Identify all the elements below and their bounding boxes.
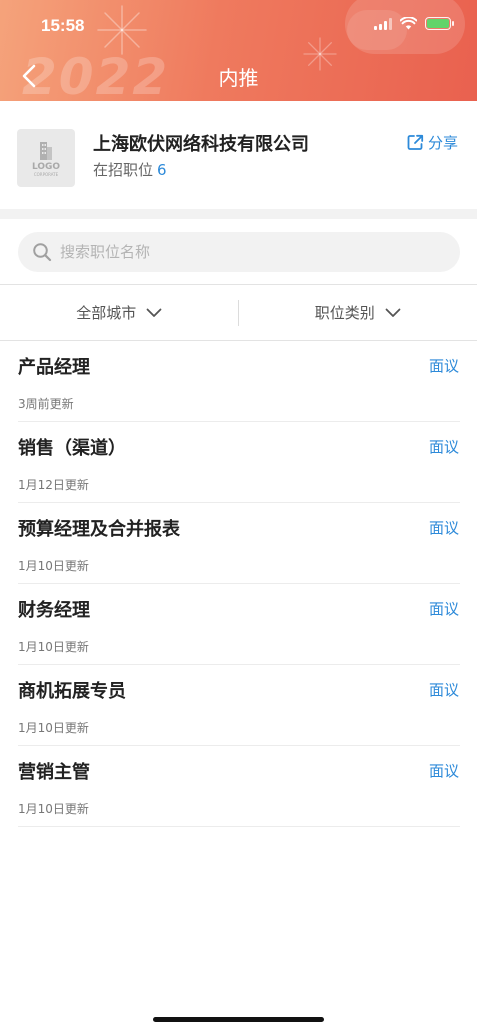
- job-updated: 1月10日更新: [18, 559, 89, 573]
- company-name: 上海欧伏网络科技有限公司: [93, 134, 309, 155]
- job-item[interactable]: 产品经理 面议 3周前更新: [18, 341, 460, 422]
- wifi-icon: [400, 17, 417, 30]
- job-title: 销售（渠道）: [18, 438, 126, 459]
- job-updated: 1月12日更新: [18, 478, 89, 492]
- openings-count: 6: [157, 161, 167, 179]
- job-salary: 面议: [428, 519, 459, 537]
- job-updated: 1月10日更新: [18, 721, 89, 735]
- firework-icon: [97, 5, 147, 55]
- search-input[interactable]: [60, 243, 420, 261]
- company-card: LOGO CORPORATE 上海欧伏网络科技有限公司 在招职位 6 分享: [0, 101, 477, 209]
- job-title: 财务经理: [18, 600, 90, 621]
- home-indicator: [153, 1017, 324, 1022]
- job-updated: 1月10日更新: [18, 802, 89, 816]
- chevron-down-icon: [385, 308, 401, 317]
- job-updated: 1月10日更新: [18, 640, 89, 654]
- header-banner: 2022 15:58 内推: [0, 0, 477, 101]
- job-salary: 面议: [428, 681, 459, 699]
- share-button[interactable]: 分享: [407, 132, 458, 153]
- job-title: 商机拓展专员: [18, 681, 126, 702]
- category-filter-label: 职位类别: [314, 304, 375, 322]
- job-title: 预算经理及合并报表: [18, 519, 180, 540]
- building-icon: [40, 142, 52, 160]
- signal-icon: [374, 17, 392, 30]
- job-item[interactable]: 预算经理及合并报表 面议 1月10日更新: [18, 503, 460, 584]
- chevron-down-icon: [146, 308, 162, 317]
- job-item[interactable]: 销售（渠道） 面议 1月12日更新: [18, 422, 460, 503]
- job-list: 产品经理 面议 3周前更新 销售（渠道） 面议 1月12日更新 预算经理及合并报…: [18, 341, 460, 827]
- logo-word: LOGO: [31, 162, 61, 172]
- job-salary: 面议: [428, 438, 459, 456]
- search-bar[interactable]: [18, 232, 460, 272]
- share-icon: [407, 134, 424, 150]
- share-label: 分享: [427, 134, 458, 152]
- job-salary: 面议: [428, 600, 459, 618]
- status-icons: [374, 17, 454, 30]
- city-filter-label: 全部城市: [76, 304, 137, 322]
- cloud-decoration: [347, 10, 407, 50]
- filter-separator: [238, 300, 239, 326]
- page-title: 内推: [218, 66, 259, 90]
- job-item[interactable]: 商机拓展专员 面议 1月10日更新: [18, 665, 460, 746]
- category-filter[interactable]: 职位类别: [239, 285, 477, 340]
- job-updated: 3周前更新: [18, 397, 74, 411]
- job-title: 产品经理: [18, 357, 90, 378]
- openings-info: 在招职位 6: [93, 159, 167, 180]
- logo-subtext: CORPORATE: [33, 172, 59, 177]
- search-icon: [33, 243, 52, 262]
- battery-icon: [425, 17, 454, 30]
- job-item[interactable]: 营销主管 面议 1月10日更新: [18, 746, 460, 827]
- city-filter[interactable]: 全部城市: [0, 285, 239, 340]
- filter-bar: 全部城市 职位类别: [0, 284, 477, 341]
- section-divider: [0, 209, 477, 219]
- company-logo: LOGO CORPORATE: [17, 129, 75, 187]
- openings-label: 在招职位: [93, 161, 154, 179]
- job-item[interactable]: 财务经理 面议 1月10日更新: [18, 584, 460, 665]
- job-salary: 面议: [428, 357, 459, 375]
- status-time: 15:58: [41, 16, 85, 35]
- job-title: 营销主管: [18, 762, 90, 783]
- job-salary: 面议: [428, 762, 459, 780]
